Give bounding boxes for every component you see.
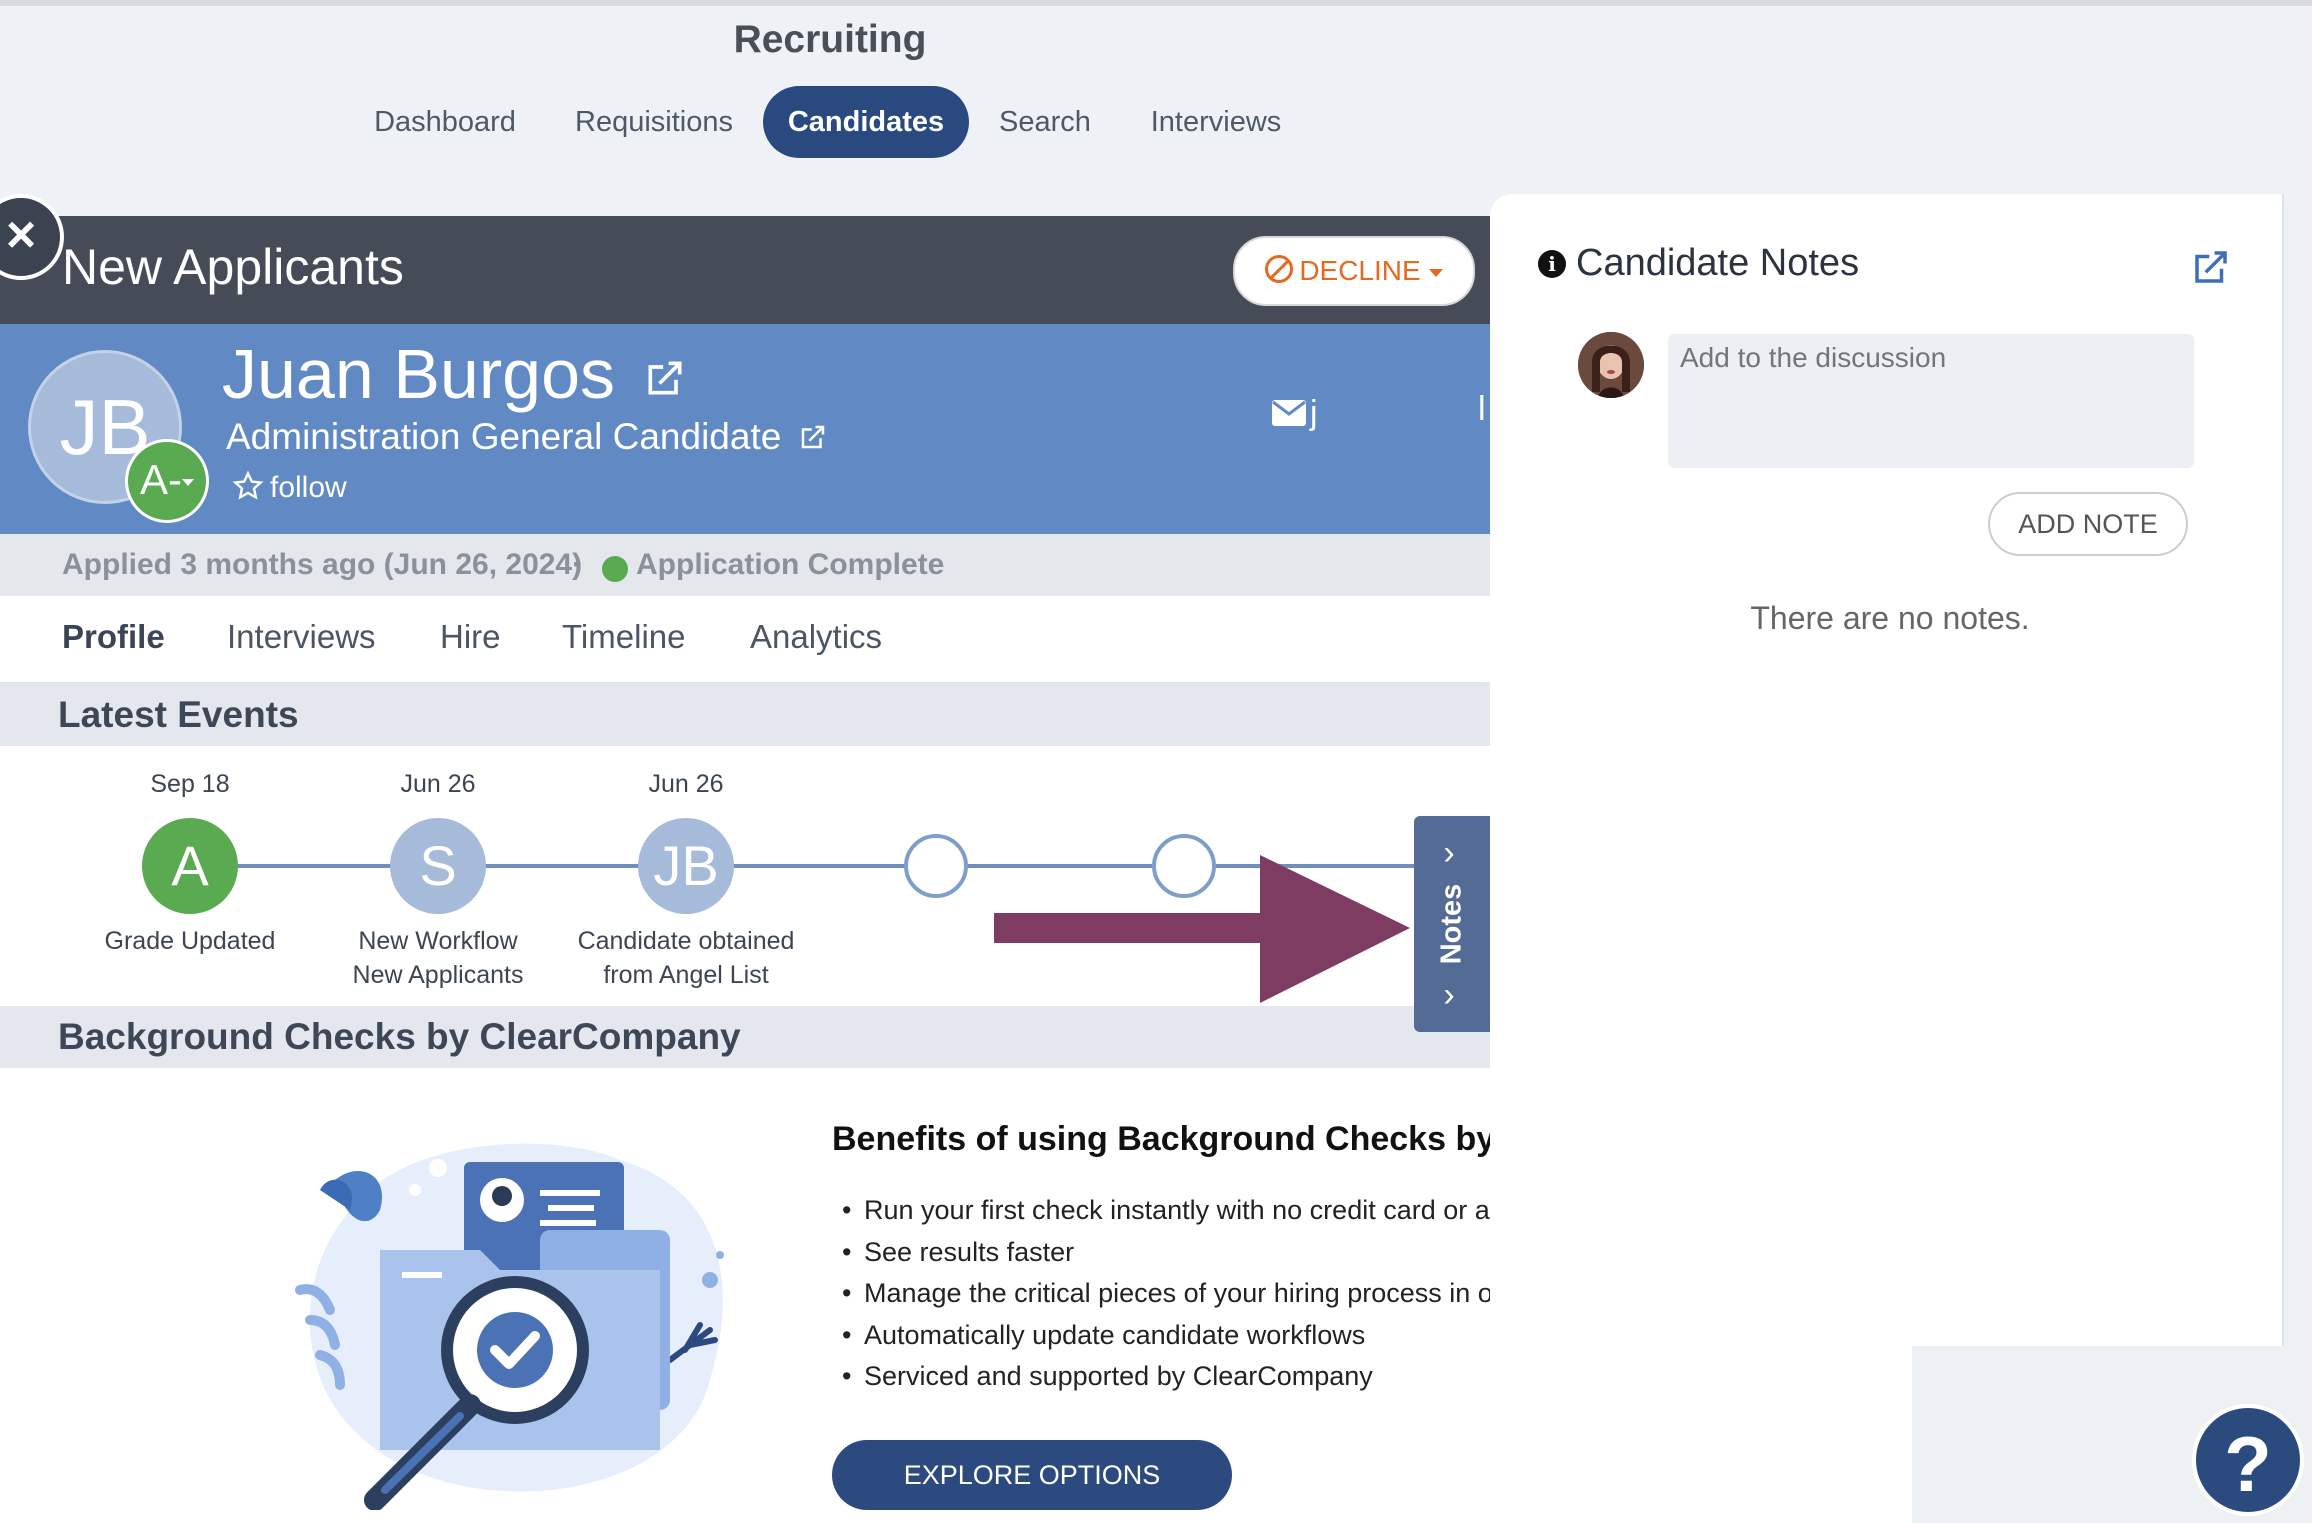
external-link-icon[interactable] bbox=[2190, 246, 2232, 288]
profile-tabs: Profile Interviews Hire Timeline Analyti… bbox=[0, 596, 1490, 684]
event-label: Grade Updated bbox=[60, 924, 320, 958]
candidate-role-text: Administration General Candidate bbox=[226, 416, 782, 457]
app-title: Recruiting bbox=[733, 18, 927, 61]
candidate-notes-panel: i Candidate Notes ADD NOTE There are no n… bbox=[1490, 194, 2282, 1523]
event-date: Jun 26 bbox=[400, 770, 476, 798]
candidate-phone[interactable]: l bbox=[1478, 390, 1486, 429]
follow-label: follow bbox=[270, 471, 347, 504]
external-link-icon[interactable] bbox=[798, 422, 828, 452]
notes-header: i Candidate Notes bbox=[1538, 242, 1859, 285]
chevron-right-icon: › bbox=[1443, 834, 1455, 872]
benefits-title: Benefits of using Background Checks by C bbox=[832, 1120, 1490, 1158]
stage-title: New Applicants bbox=[62, 239, 404, 295]
event-label: New Workflow New Applicants bbox=[308, 924, 568, 992]
event-label-line: Candidate obtained bbox=[577, 927, 795, 955]
caret-down-icon bbox=[182, 479, 194, 487]
add-note-button[interactable]: ADD NOTE bbox=[1988, 492, 2188, 556]
decline-button[interactable]: DECLINE bbox=[1233, 236, 1475, 306]
nav-requisitions[interactable]: Requisitions bbox=[556, 86, 752, 158]
tab-analytics[interactable]: Analytics bbox=[750, 618, 882, 656]
event-node-source[interactable]: JB bbox=[638, 818, 734, 914]
stage-titlebar: New Applicants DECLINE bbox=[0, 216, 1490, 324]
grade-value: A- bbox=[140, 456, 182, 503]
event-node-workflow[interactable]: S bbox=[390, 818, 486, 914]
event-node-empty bbox=[904, 834, 968, 898]
event-label-line: New Applicants bbox=[352, 961, 524, 989]
status-dot bbox=[602, 556, 628, 582]
notes-toggle-tab[interactable]: › Notes › bbox=[1414, 816, 1490, 1032]
benefit-item: Automatically update candidate workflows bbox=[842, 1315, 1490, 1357]
annotation-arrow-icon bbox=[994, 855, 1410, 1003]
note-input[interactable] bbox=[1668, 334, 2194, 468]
explore-options-button[interactable]: EXPLORE OPTIONS bbox=[832, 1440, 1232, 1510]
benefits-list: Run your first check instantly with no c… bbox=[842, 1190, 1490, 1398]
event-node-grade[interactable]: A bbox=[142, 818, 238, 914]
info-icon: i bbox=[1538, 250, 1566, 278]
main-nav: Dashboard Requisitions Candidates Search… bbox=[0, 86, 1660, 158]
top-border bbox=[0, 0, 2312, 6]
candidate-email[interactable]: j bbox=[1272, 394, 1318, 433]
benefit-item: See results faster bbox=[842, 1232, 1490, 1274]
star-icon bbox=[232, 470, 264, 500]
nav-interviews[interactable]: Interviews bbox=[1136, 86, 1296, 158]
latest-events-header: Latest Events bbox=[0, 684, 1490, 746]
event-date: Sep 18 bbox=[150, 770, 230, 798]
benefit-item: Manage the critical pieces of your hirin… bbox=[842, 1273, 1490, 1315]
event-date: Jun 26 bbox=[648, 770, 724, 798]
chevron-right-icon: › bbox=[1443, 976, 1455, 1014]
caret-down-icon bbox=[1428, 268, 1443, 277]
email-text: j bbox=[1310, 394, 1318, 432]
event-label-line: Grade Updated bbox=[104, 927, 276, 955]
panel-edge bbox=[2282, 194, 2312, 1523]
tab-interviews[interactable]: Interviews bbox=[227, 618, 376, 656]
grade-badge[interactable]: A- bbox=[125, 439, 209, 523]
nav-candidates[interactable]: Candidates bbox=[763, 86, 969, 158]
nav-search[interactable]: Search bbox=[982, 86, 1108, 158]
separator: · bbox=[572, 548, 582, 581]
envelope-icon bbox=[1272, 400, 1306, 426]
external-link-icon[interactable] bbox=[643, 356, 687, 400]
application-status: Application Complete bbox=[636, 548, 945, 581]
event-label-line: from Angel List bbox=[603, 961, 769, 989]
decline-label: DECLINE bbox=[1299, 255, 1421, 286]
follow-link[interactable]: follow bbox=[232, 470, 347, 505]
application-status-row: Applied 3 months ago (Jun 26, 2024) · Ap… bbox=[0, 534, 1490, 596]
latest-events-title: Latest Events bbox=[58, 694, 299, 735]
tab-hire[interactable]: Hire bbox=[440, 618, 501, 656]
applied-date: Applied 3 months ago (Jun 26, 2024) bbox=[62, 548, 583, 581]
candidate-banner: JB A- Juan Burgos Administration General… bbox=[0, 324, 1490, 534]
event-label: Candidate obtained from Angel List bbox=[556, 924, 816, 992]
background-checks-header: Background Checks by ClearCompany bbox=[0, 1006, 1490, 1068]
tab-timeline[interactable]: Timeline bbox=[562, 618, 685, 656]
candidate-role: Administration General Candidate bbox=[226, 416, 828, 458]
ban-icon bbox=[1265, 255, 1294, 283]
candidate-name-text: Juan Burgos bbox=[222, 335, 616, 413]
background-check-illustration bbox=[295, 1143, 724, 1510]
benefit-item: Serviced and supported by ClearCompany bbox=[842, 1356, 1490, 1398]
user-avatar bbox=[1578, 332, 1644, 398]
background-checks-title: Background Checks by ClearCompany bbox=[58, 1016, 741, 1057]
help-button[interactable]: ? bbox=[2192, 1404, 2304, 1516]
event-label-line: New Workflow bbox=[358, 927, 518, 955]
benefit-item: Run your first check instantly with no c… bbox=[842, 1190, 1490, 1232]
nav-dashboard[interactable]: Dashboard bbox=[350, 86, 540, 158]
notes-title: Candidate Notes bbox=[1576, 242, 1860, 284]
tab-profile[interactable]: Profile bbox=[62, 618, 165, 656]
empty-notes-message: There are no notes. bbox=[1750, 600, 2030, 636]
candidate-name: Juan Burgos bbox=[222, 334, 687, 414]
notes-tab-label: Notes bbox=[1435, 883, 1468, 965]
